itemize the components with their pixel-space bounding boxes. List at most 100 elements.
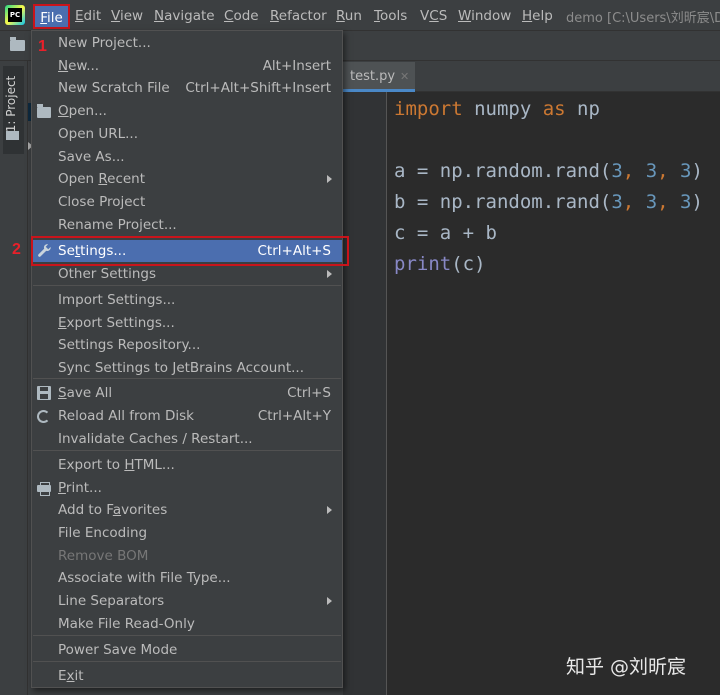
code-token: ,: [657, 160, 681, 182]
menu-item-label: Settings Repository...: [58, 337, 201, 353]
code-line[interactable]: b = np.random.rand(3, 3, 3): [394, 191, 703, 213]
menu-item-settings-repository[interactable]: Settings Repository...: [32, 334, 342, 356]
menu-help[interactable]: Help: [522, 7, 553, 25]
menu-item-import-settings[interactable]: Import Settings...: [32, 289, 342, 311]
save-icon: [37, 386, 51, 400]
code-token: as: [542, 98, 566, 120]
menu-run[interactable]: Run: [336, 7, 362, 25]
menu-item-label: New...: [58, 58, 100, 74]
menu-item-power-save-mode[interactable]: Power Save Mode: [32, 639, 342, 661]
menu-item-file-encoding[interactable]: File Encoding: [32, 522, 342, 544]
code-token: a = np.random.rand(: [394, 160, 612, 182]
menu-item-label: New Scratch File: [58, 80, 170, 96]
menu-tools[interactable]: Tools: [374, 7, 407, 25]
main-menu-bar: PC File Edit View Navigate Code Refactor…: [0, 0, 720, 31]
menu-item-rename-project[interactable]: Rename Project...: [32, 214, 342, 236]
editor-tab-test-py[interactable]: test.py ✕: [343, 62, 415, 92]
code-line[interactable]: import numpy as np: [394, 98, 600, 120]
editor-tab-label: test.py: [350, 69, 396, 84]
code-token: (c): [451, 253, 486, 275]
menu-item-open[interactable]: Open...: [32, 100, 342, 122]
code-line[interactable]: a = np.random.rand(3, 3, 3): [394, 160, 703, 182]
code-line[interactable]: c = a + b: [394, 222, 497, 244]
menu-edit[interactable]: Edit: [75, 7, 101, 25]
menu-separator: [33, 635, 341, 636]
code-token: import: [394, 98, 463, 120]
menu-item-save-all[interactable]: Save All Ctrl+S: [32, 382, 342, 404]
menu-item-label: Open Recent: [58, 171, 146, 187]
code-token: 3: [680, 160, 692, 182]
menu-item-print[interactable]: Print...: [32, 477, 342, 499]
menu-item-new-scratch-file[interactable]: New Scratch File Ctrl+Alt+Shift+Insert: [32, 77, 342, 99]
code-token: ): [691, 191, 703, 213]
window-title: demo [C:\Users\刘昕宸\De: [566, 11, 720, 26]
menu-item-open-recent[interactable]: Open Recent: [32, 168, 342, 190]
editor-gutter: [343, 92, 387, 695]
menu-item-label: Export to HTML...: [58, 457, 175, 473]
menu-item-line-separators[interactable]: Line Separators: [32, 590, 342, 612]
menu-item-save-as[interactable]: Save As...: [32, 146, 342, 168]
menu-item-open-url[interactable]: Open URL...: [32, 123, 342, 145]
menu-item-new[interactable]: New... Alt+Insert: [32, 55, 342, 77]
menu-item-shortcut: Ctrl+S: [287, 385, 331, 401]
menu-item-shortcut: Ctrl+Alt+Y: [257, 408, 331, 424]
menu-item-label: Remove BOM: [58, 548, 149, 564]
menu-item-make-file-read-only[interactable]: Make File Read-Only: [32, 613, 342, 635]
menu-item-label: Print...: [58, 480, 102, 496]
submenu-arrow-icon: [327, 597, 332, 605]
menu-item-invalidate-caches-restart[interactable]: Invalidate Caches / Restart...: [32, 428, 342, 450]
menu-item-other-settings[interactable]: Other Settings: [32, 263, 342, 285]
menu-item-label: Sync Settings to JetBrains Account...: [58, 360, 305, 376]
code-token: ,: [622, 160, 646, 182]
menu-item-label: Open...: [58, 103, 107, 119]
code-token: np: [565, 98, 600, 120]
menu-item-new-project[interactable]: New Project...: [32, 32, 342, 54]
menu-item-reload-all-from-disk[interactable]: Reload All from Disk Ctrl+Alt+Y: [32, 405, 342, 427]
menu-item-label: Save All: [58, 385, 113, 401]
step-2-marker: 2: [12, 241, 21, 258]
close-tab-icon[interactable]: ✕: [400, 70, 409, 83]
menu-refactor[interactable]: Refactor: [270, 7, 327, 25]
menu-item-label: Add to Favorites: [58, 502, 168, 518]
menu-item-remove-bom[interactable]: Remove BOM: [32, 545, 342, 567]
code-token: numpy: [462, 98, 543, 120]
menu-vcs[interactable]: VCS: [420, 7, 447, 25]
menu-item-sync-settings-to-jetbrains-account[interactable]: Sync Settings to JetBrains Account...: [32, 357, 342, 379]
left-tool-strip: [0, 61, 28, 695]
menu-item-label: Other Settings: [58, 266, 156, 282]
menu-window[interactable]: Window: [458, 7, 511, 25]
settings-highlight-box: [31, 236, 349, 266]
menu-file[interactable]: File: [33, 4, 70, 29]
code-token: print: [394, 253, 452, 275]
code-token: 3: [611, 160, 623, 182]
menu-item-exit[interactable]: Exit: [32, 665, 342, 687]
code-token: 3: [645, 191, 658, 213]
folder-icon: [6, 131, 19, 140]
watermark: 知乎 @刘昕宸: [566, 656, 687, 678]
menu-item-export-to-html[interactable]: Export to HTML...: [32, 454, 342, 476]
menu-item-close-project[interactable]: Close Project: [32, 191, 342, 213]
code-token: ): [691, 160, 703, 182]
pycharm-logo-icon: PC: [5, 5, 25, 25]
menu-navigate[interactable]: Navigate: [154, 7, 215, 25]
code-token: c = a + b: [394, 222, 497, 244]
submenu-arrow-icon: [327, 506, 332, 514]
code-editor[interactable]: import numpy as np a = np.random.rand(3, …: [388, 92, 720, 695]
menu-item-label: Open URL...: [58, 126, 139, 142]
menu-item-label: Exit: [58, 668, 84, 684]
code-token: b = np.random.rand(: [394, 191, 612, 213]
file-menu-dropdown: New Project... New... Alt+Insert New Scratc…: [31, 30, 343, 688]
menu-item-export-settings[interactable]: Export Settings...: [32, 312, 342, 334]
menu-item-label: File Encoding: [58, 525, 148, 541]
menu-separator: [33, 450, 341, 451]
menu-item-label: Close Project: [58, 194, 146, 210]
menu-item-associate-with-file-type[interactable]: Associate with File Type...: [32, 567, 342, 589]
folder-icon[interactable]: [10, 37, 25, 51]
code-token: 3: [645, 160, 658, 182]
menu-view[interactable]: View: [111, 7, 143, 25]
menu-code[interactable]: Code: [224, 7, 259, 25]
menu-item-label: Associate with File Type...: [58, 570, 231, 586]
menu-item-label: Line Separators: [58, 593, 165, 609]
menu-item-add-to-favorites[interactable]: Add to Favorites: [32, 499, 342, 521]
code-line[interactable]: print(c): [394, 253, 486, 275]
